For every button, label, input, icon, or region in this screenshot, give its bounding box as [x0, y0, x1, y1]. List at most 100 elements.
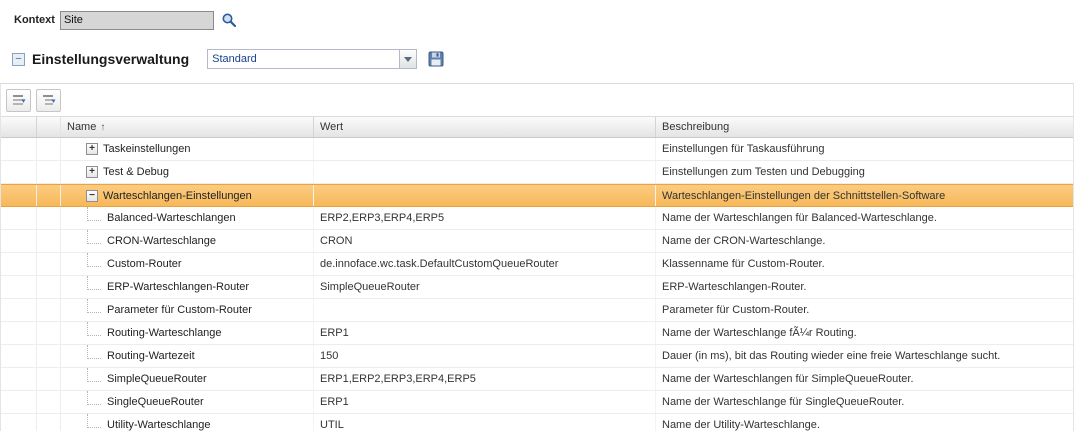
beschreibung-cell: ERP-Warteschlangen-Router.	[656, 276, 1073, 298]
name-cell: CRON-Warteschlange	[61, 230, 314, 252]
table-row[interactable]: + Test & Debug Einstellungen zum Testen un…	[1, 161, 1073, 184]
expand-toggle-icon[interactable]: +	[86, 166, 98, 178]
wert-cell: CRON	[314, 230, 656, 252]
column-header-name[interactable]: Name ↑	[61, 117, 314, 137]
collapse-toggle-icon[interactable]: −	[86, 190, 98, 202]
setting-name-label: Routing-Warteschlange	[107, 327, 222, 339]
preset-combobox	[207, 49, 417, 69]
expand-all-button[interactable]	[36, 89, 61, 112]
wert-cell: UTIL	[314, 414, 656, 431]
table-row[interactable]: Custom-Routerde.innoface.wc.task.Default…	[1, 253, 1073, 276]
collapse-all-icon	[11, 92, 27, 108]
table-row[interactable]: ERP-Warteschlangen-Router SimpleQueueRout…	[1, 276, 1073, 299]
table-row[interactable]: SimpleQueueRouterERP1,ERP2,ERP3,ERP4,ERP…	[1, 368, 1073, 391]
wert-cell: 150	[314, 345, 656, 367]
name-cell: ERP-Warteschlangen-Router	[61, 276, 314, 298]
setting-name-label: ERP-Warteschlangen-Router	[107, 281, 249, 293]
row-spacer-cell-1	[1, 345, 37, 367]
column-header-beschreibung[interactable]: Beschreibung	[656, 117, 1073, 137]
setting-name-label: CRON-Warteschlange	[107, 235, 216, 247]
table-row[interactable]: Routing-Warteschlange ERP1Name der Wartes…	[1, 322, 1073, 345]
collapse-all-button[interactable]	[6, 89, 31, 112]
beschreibung-cell: Parameter für Custom-Router.	[656, 299, 1073, 321]
name-cell: Routing-Warteschlange	[61, 322, 314, 344]
row-spacer-cell-2	[37, 345, 61, 367]
beschreibung-cell: Klassenname für Custom-Router.	[656, 253, 1073, 275]
column-header-name-label: Name	[67, 121, 96, 133]
row-spacer-cell-2	[37, 185, 61, 206]
tree-elbow-icon	[87, 345, 101, 359]
row-spacer-cell-2	[37, 368, 61, 390]
row-spacer-cell-2	[37, 207, 61, 229]
setting-name-label: Routing-Wartezeit	[107, 350, 195, 362]
beschreibung-cell: Name der Utility-Warteschlange.	[656, 414, 1073, 431]
setting-name-label: Warteschlangen-Einstellungen	[103, 190, 252, 202]
setting-name-label: SimpleQueueRouter	[107, 373, 207, 385]
beschreibung-cell: Name der CRON-Warteschlange.	[656, 230, 1073, 252]
row-spacer-cell-1	[1, 276, 37, 298]
row-spacer-cell-1	[1, 253, 37, 275]
table-row[interactable]: Balanced-WarteschlangenERP2,ERP3,ERP4,ER…	[1, 207, 1073, 230]
tree-elbow-icon	[87, 391, 101, 405]
combo-dropdown-trigger[interactable]	[399, 49, 417, 69]
row-spacer-cell-1	[1, 322, 37, 344]
table-row[interactable]: SingleQueueRouterERP1Name der Warteschla…	[1, 391, 1073, 414]
preset-combo-input[interactable]	[207, 49, 399, 69]
table-row[interactable]: +TaskeinstellungenEinstellungen für Task…	[1, 138, 1073, 161]
name-cell: Custom-Router	[61, 253, 314, 275]
magnifier-icon	[221, 12, 237, 28]
beschreibung-cell: Warteschlangen-Einstellungen der Schnitt…	[656, 185, 1073, 206]
row-spacer-cell-1	[1, 138, 37, 160]
column-header-wert-label: Wert	[320, 121, 343, 133]
column-header-wert[interactable]: Wert	[314, 117, 656, 137]
chevron-down-icon	[404, 57, 412, 62]
wert-cell	[314, 138, 656, 160]
wert-cell: ERP1	[314, 391, 656, 413]
header-spacer-col-1	[1, 117, 37, 137]
grid-body: +TaskeinstellungenEinstellungen für Task…	[1, 138, 1073, 431]
table-row[interactable]: Parameter für Custom-Router Parameter für…	[1, 299, 1073, 322]
table-row[interactable]: Routing-Wartezeit150Dauer (in ms), bit d…	[1, 345, 1073, 368]
beschreibung-cell: Einstellungen zum Testen und Debugging	[656, 161, 1073, 183]
beschreibung-cell: Einstellungen für Taskausführung	[656, 138, 1073, 160]
setting-name-label: Test & Debug	[103, 166, 169, 178]
name-cell: Utility-Warteschlange	[61, 414, 314, 431]
panel-collapse-icon[interactable]: −	[12, 53, 25, 66]
wert-cell: de.innoface.wc.task.DefaultCustomQueueRo…	[314, 253, 656, 275]
row-spacer-cell-2	[37, 299, 61, 321]
tree-elbow-icon	[87, 299, 101, 313]
beschreibung-cell: Name der Warteschlangen für SimpleQueueR…	[656, 368, 1073, 390]
name-cell: + Test & Debug	[61, 161, 314, 183]
name-cell: SingleQueueRouter	[61, 391, 314, 413]
table-row[interactable]: CRON-Warteschlange CRONName der CRON-Wart…	[1, 230, 1073, 253]
beschreibung-cell: Name der Warteschlangen für Balanced-War…	[656, 207, 1073, 229]
wert-cell: SimpleQueueRouter	[314, 276, 656, 298]
search-button[interactable]	[220, 11, 238, 29]
page-title: Einstellungsverwaltung	[32, 51, 189, 67]
context-label: Kontext	[14, 14, 55, 26]
table-row[interactable]: −Warteschlangen-EinstellungenWarteschlan…	[1, 184, 1073, 207]
beschreibung-cell: Name der Warteschlange fÃ¼r Routing.	[656, 322, 1073, 344]
setting-name-label: Balanced-Warteschlangen	[107, 212, 236, 224]
panel-header: − Einstellungsverwaltung	[12, 47, 1074, 71]
wert-cell	[314, 299, 656, 321]
tree-elbow-icon	[87, 368, 101, 382]
name-cell: −Warteschlangen-Einstellungen	[61, 185, 314, 206]
column-header-beschreibung-label: Beschreibung	[662, 121, 729, 133]
setting-name-label: Utility-Warteschlange	[107, 419, 211, 431]
row-spacer-cell-2	[37, 161, 61, 183]
row-spacer-cell-1	[1, 299, 37, 321]
row-spacer-cell-1	[1, 391, 37, 413]
table-row[interactable]: Utility-Warteschlange UTILName der Utilit…	[1, 414, 1073, 431]
name-cell: Parameter für Custom-Router	[61, 299, 314, 321]
header-spacer-col-2	[37, 117, 61, 137]
context-input[interactable]	[60, 11, 214, 30]
context-bar: Kontext	[0, 0, 1074, 31]
wert-cell: ERP1	[314, 322, 656, 344]
row-spacer-cell-2	[37, 253, 61, 275]
wert-cell	[314, 161, 656, 183]
tree-elbow-icon	[87, 230, 101, 244]
save-button[interactable]	[427, 50, 445, 68]
expand-toggle-icon[interactable]: +	[86, 143, 98, 155]
row-spacer-cell-2	[37, 414, 61, 431]
